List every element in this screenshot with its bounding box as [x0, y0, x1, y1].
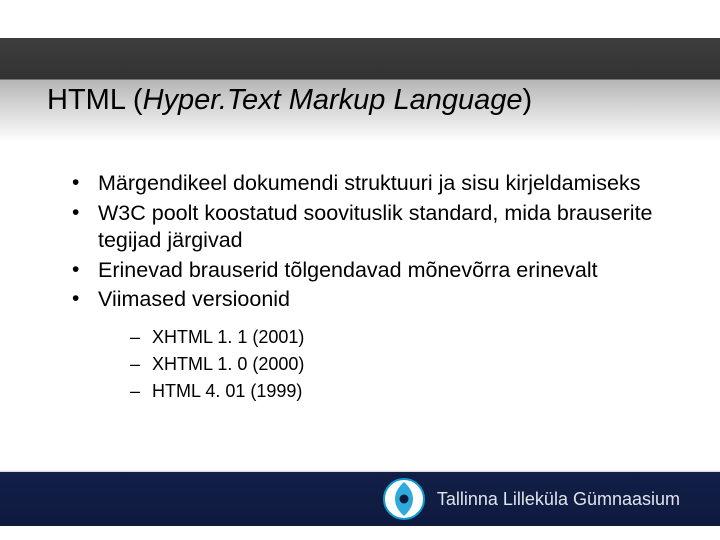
bullet-item: Märgendikeel dokumendi struktuuri ja sis… [70, 170, 660, 198]
bullet-item: W3C poolt koostatud soovituslik standard… [70, 200, 660, 255]
title-suffix: ) [523, 84, 533, 116]
sub-bullet-text: XHTML 1. 1 (2001) [152, 327, 304, 347]
title-italic: Hyper.Text Markup Language [143, 84, 523, 116]
main-bullet-list: Märgendikeel dokumendi struktuuri ja sis… [70, 170, 660, 405]
sub-bullet-item: XHTML 1. 0 (2000) [130, 351, 660, 378]
bullet-text: Erinevad brauserid tõlgendavad mõnevõrra… [98, 258, 598, 282]
bullet-text: Viimased versioonid [98, 287, 290, 311]
bullet-text: W3C poolt koostatud soovituslik standard… [98, 201, 653, 253]
sub-bullet-text: XHTML 1. 0 (2000) [152, 354, 304, 374]
sub-bullet-item: XHTML 1. 1 (2001) [130, 324, 660, 351]
sub-bullet-item: HTML 4. 01 (1999) [130, 378, 660, 405]
content-area: Märgendikeel dokumendi struktuuri ja sis… [70, 170, 660, 407]
school-logo-icon [383, 478, 425, 520]
footer-org-name: Tallinna Lilleküla Gümnaasium [437, 489, 680, 510]
slide-title: HTML (Hyper.Text Markup Language) [47, 84, 532, 117]
title-prefix: HTML ( [47, 84, 143, 116]
bullet-text: Märgendikeel dokumendi struktuuri ja sis… [98, 171, 641, 195]
sub-bullet-text: HTML 4. 01 (1999) [152, 381, 302, 401]
bullet-item: Viimased versioonid XHTML 1. 1 (2001) XH… [70, 286, 660, 405]
sub-bullet-list: XHTML 1. 1 (2001) XHTML 1. 0 (2000) HTML… [130, 324, 660, 405]
bullet-item: Erinevad brauserid tõlgendavad mõnevõrra… [70, 257, 660, 285]
footer-bar: Tallinna Lilleküla Gümnaasium [0, 472, 720, 526]
footer-logo-group: Tallinna Lilleküla Gümnaasium [383, 478, 680, 520]
